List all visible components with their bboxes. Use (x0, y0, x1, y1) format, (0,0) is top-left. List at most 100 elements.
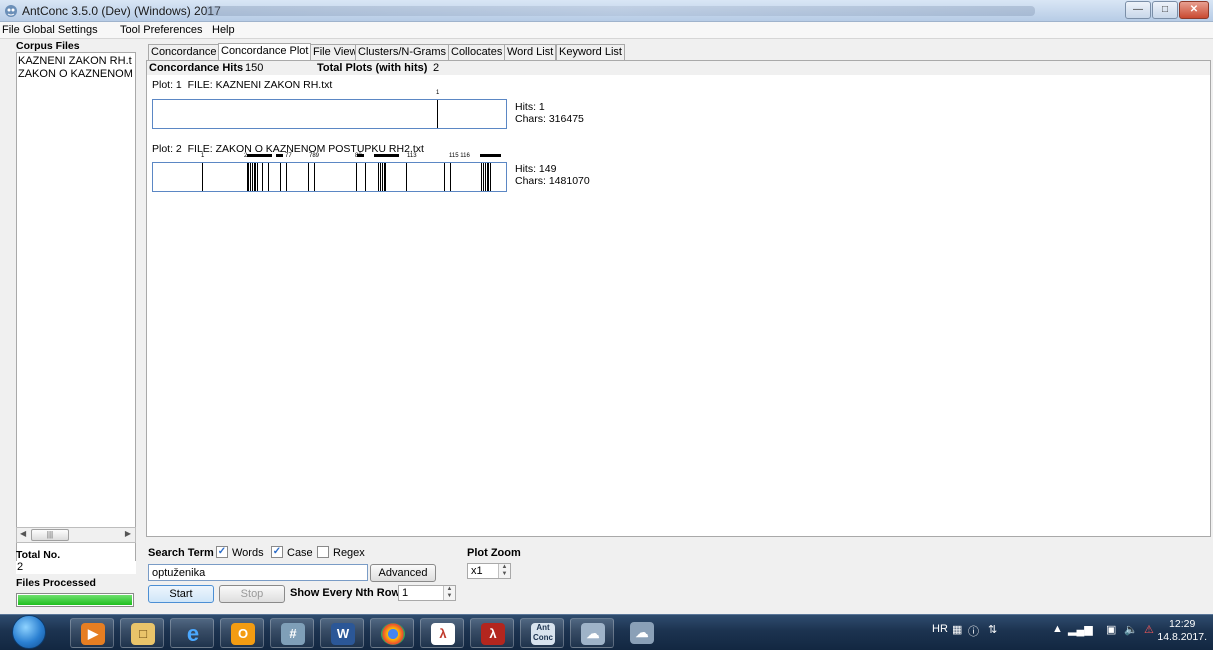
plot-hit-line[interactable] (485, 163, 486, 191)
acrobat-reader-icon[interactable]: λ (420, 618, 464, 648)
scroll-left-icon[interactable]: ◀ (20, 529, 26, 538)
menu-tool-preferences[interactable]: Tool Preferences (120, 24, 203, 36)
stop-button[interactable]: Stop (219, 585, 285, 603)
network-app2-icon[interactable]: ☁ (620, 618, 664, 648)
plot-2-info: Hits: 149 Chars: 1481070 (515, 163, 590, 187)
plot-hit-line[interactable] (483, 163, 484, 191)
menu-help[interactable]: Help (212, 24, 235, 36)
plot-tick-cluster (374, 154, 399, 157)
corpus-file-list[interactable]: KAZNENI ZAKON RH.t ZAKON O KAZNENOM (16, 52, 136, 566)
plot-hit-line[interactable] (248, 163, 249, 191)
tab-collocates[interactable]: Collocates (448, 44, 506, 60)
help-icon[interactable]: ⓘ (968, 623, 979, 639)
corpus-panel: Corpus Files KAZNENI ZAKON RH.t ZAKON O … (0, 39, 146, 611)
start-button-orb[interactable] (12, 615, 46, 649)
language-indicator[interactable]: HR (932, 623, 948, 635)
network-icon[interactable]: ▣ (1106, 623, 1116, 636)
progress-fill (18, 595, 132, 605)
tab-concordance-plot[interactable]: Concordance Plot (218, 43, 312, 60)
plot-hit-line[interactable] (250, 163, 251, 191)
calculator-icon[interactable]: # (270, 618, 314, 648)
maximize-button[interactable]: □ (1152, 1, 1178, 19)
chrome-icon[interactable] (370, 618, 414, 648)
spinner-arrows-icon[interactable]: ▲ ▼ (498, 564, 510, 578)
plot-hit-line[interactable] (356, 163, 357, 191)
plot-hit-line[interactable] (252, 163, 253, 191)
plot-hit-line[interactable] (257, 163, 258, 191)
show-hidden-icons-icon[interactable]: ▲ (1052, 623, 1063, 635)
keyboard-icon[interactable]: ▦ (952, 623, 962, 636)
volume-icon[interactable]: 🔈 (1124, 623, 1138, 636)
plot-hit-line[interactable] (490, 163, 491, 191)
corpus-file-item[interactable]: ZAKON O KAZNENOM (18, 68, 133, 80)
word-icon[interactable]: W (320, 618, 364, 648)
close-button[interactable]: ✕ (1179, 1, 1209, 19)
plot-hit-line[interactable] (202, 163, 203, 191)
menu-global-settings[interactable]: Global Settings (23, 24, 98, 36)
plot-hit-line[interactable] (314, 163, 315, 191)
plot-hit-line[interactable] (380, 163, 381, 191)
scrollbar-thumb[interactable]: ||| (31, 529, 69, 541)
corpus-file-item[interactable]: KAZNENI ZAKON RH.t (18, 55, 132, 67)
case-checkbox[interactable]: ✓ (271, 546, 283, 558)
plot-hit-line[interactable] (437, 100, 438, 128)
media-player-icon[interactable]: ▶ (70, 618, 114, 648)
plot-zoom-spinner[interactable]: x1 ▲ ▼ (467, 563, 511, 579)
plot-tick-cluster (480, 154, 501, 157)
corpus-list-scrollbar[interactable]: ◀ ||| ▶ (16, 527, 136, 543)
words-checkbox[interactable]: ✓ (216, 546, 228, 558)
plot-2-bar[interactable] (152, 162, 507, 192)
regex-checkbox[interactable] (317, 546, 329, 558)
menu-file[interactable]: File (2, 24, 20, 36)
plot-hit-line[interactable] (262, 163, 263, 191)
search-input[interactable] (148, 564, 368, 581)
plot-zoom-label: Plot Zoom (467, 547, 521, 559)
plot-hit-line[interactable] (385, 163, 386, 191)
words-label: Words (232, 547, 264, 559)
plot-hit-line[interactable] (382, 163, 383, 191)
plot-hit-line[interactable] (308, 163, 309, 191)
plot-hit-line[interactable] (268, 163, 269, 191)
stats-bar: Concordance Hits 150 Total Plots (with h… (147, 61, 1210, 75)
plot-hit-line[interactable] (378, 163, 379, 191)
plot-hit-line[interactable] (444, 163, 445, 191)
tab-word-list[interactable]: Word List (504, 44, 557, 60)
file-explorer-icon[interactable]: □ (120, 618, 164, 648)
signal-icon[interactable]: ▂▄▆ (1068, 623, 1093, 636)
plot-hit-line[interactable] (365, 163, 366, 191)
network-app-icon[interactable]: ☁ (570, 618, 614, 648)
outlook-icon[interactable]: O (220, 618, 264, 648)
plot-tick-label: 1 (201, 153, 205, 159)
plot-hit-line[interactable] (406, 163, 407, 191)
tab-keyword-list[interactable]: Keyword List (556, 44, 625, 60)
minimize-button[interactable]: — (1125, 1, 1151, 19)
plot-tick-label: 77 (285, 153, 292, 159)
plot-hit-line[interactable] (286, 163, 287, 191)
plot-hit-line[interactable] (450, 163, 451, 191)
plot-tick-cluster (247, 154, 272, 157)
plot-1-hits: Hits: 1 (515, 101, 545, 113)
title-blurred-text (205, 6, 1035, 16)
plot-hit-line[interactable] (481, 163, 482, 191)
plot-1-bar[interactable] (152, 99, 507, 129)
plot-hit-line[interactable] (488, 163, 489, 191)
plot-hit-line[interactable] (280, 163, 281, 191)
antconc-icon[interactable]: Ant Conc (520, 618, 564, 648)
internet-explorer-icon[interactable]: e (170, 618, 214, 648)
plot-hit-line[interactable] (255, 163, 256, 191)
usb-icon[interactable]: ⇅ (988, 623, 997, 636)
windows-taskbar: ▶ □ e O # W λ λ Ant Conc ☁ ☁ HR ▦ ⓘ ⇅ ▲ ▂… (0, 614, 1213, 650)
tab-concordance[interactable]: Concordance (148, 44, 220, 60)
plot-tick-cluster (276, 154, 283, 157)
tab-clusters-ngrams[interactable]: Clusters/N-Grams (355, 44, 450, 60)
start-button[interactable]: Start (148, 585, 214, 603)
advanced-button[interactable]: Advanced (370, 564, 436, 582)
hits-label: Concordance Hits (149, 62, 244, 74)
security-alert-icon[interactable]: ⚠ (1144, 623, 1154, 636)
system-clock[interactable]: 12:29 14.8.2017. (1157, 618, 1207, 644)
scroll-right-icon[interactable]: ▶ (125, 529, 131, 538)
tab-file-view[interactable]: File View (310, 44, 361, 60)
nth-row-spinner[interactable]: 1 ▲ ▼ (398, 585, 456, 601)
acrobat-icon[interactable]: λ (470, 618, 514, 648)
spinner-arrows-icon[interactable]: ▲ ▼ (443, 586, 455, 600)
